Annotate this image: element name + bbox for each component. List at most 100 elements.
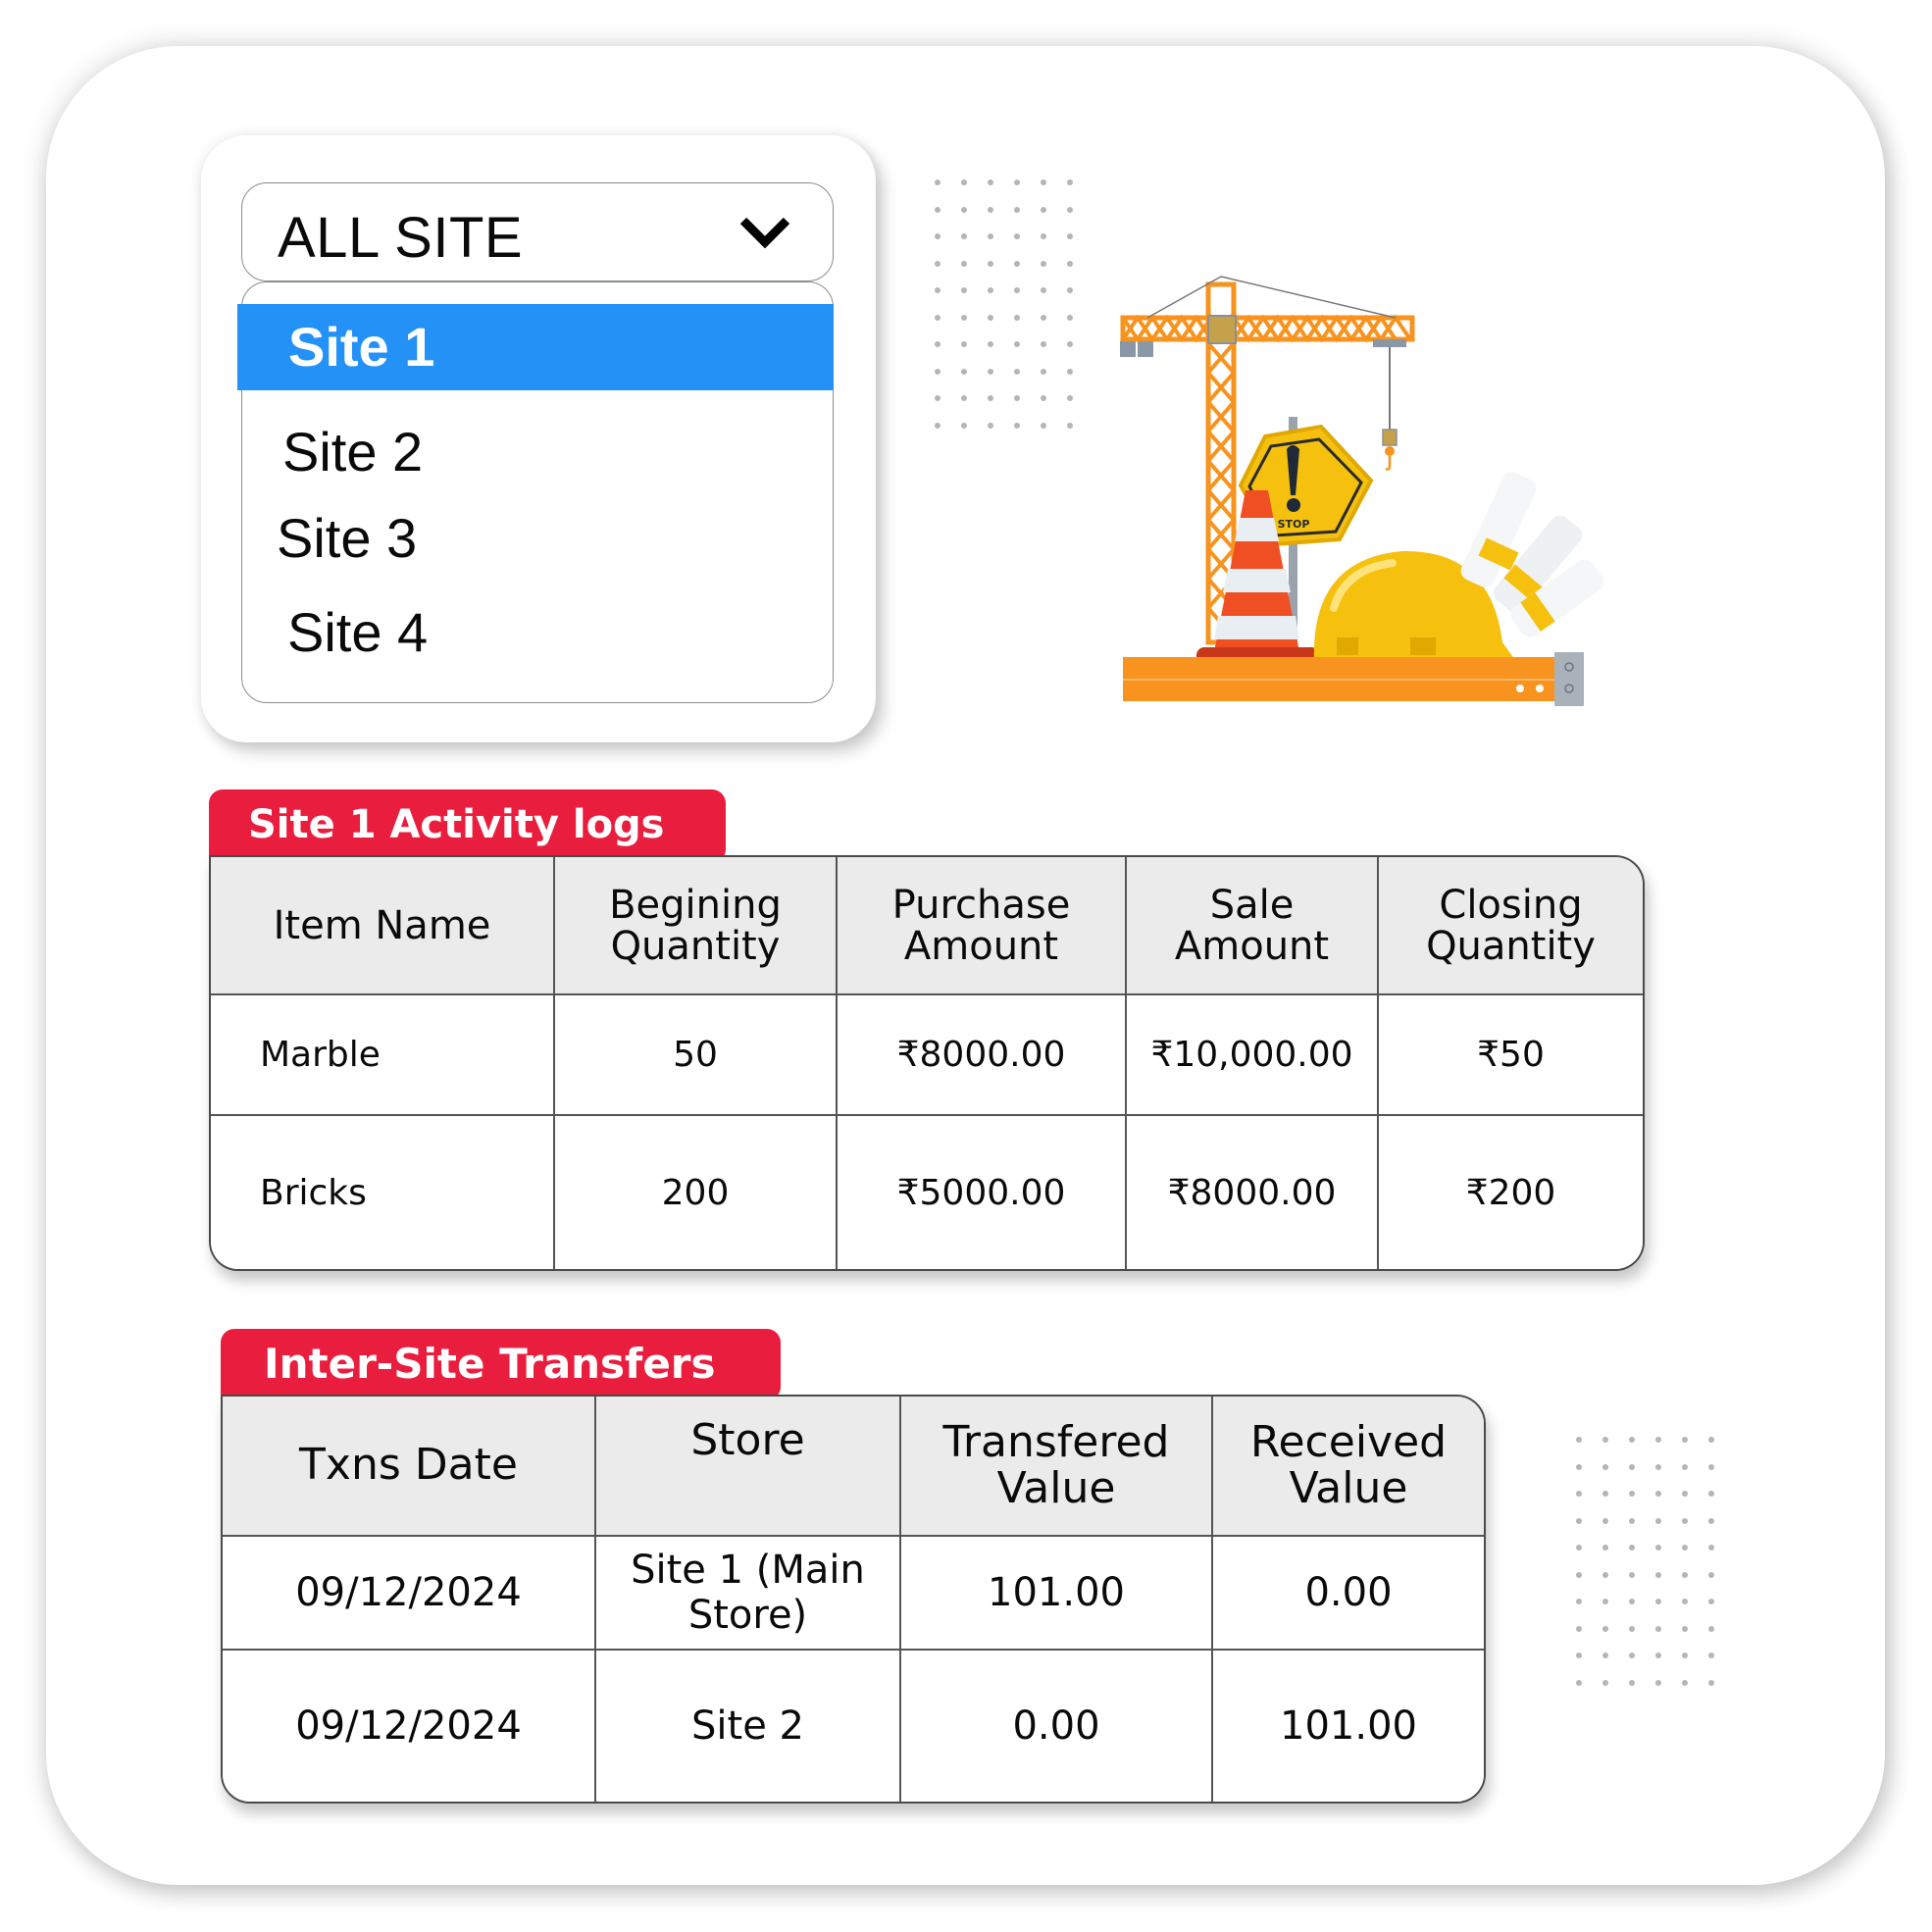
dot [1041,233,1046,239]
stop-sign-text: STOP [1278,518,1310,531]
dot [1014,314,1020,321]
txns-date-cell: 09/12/2024 [223,1649,596,1802]
table-header-row: Item Name Begining Quantity Purchase Amo… [211,857,1643,995]
site-select-value: ALL SITE [278,206,524,270]
table-header-row: Txns Date Store Transfered Value Receive… [223,1397,1484,1537]
dot [1067,422,1073,429]
dot [961,260,967,267]
dot [988,422,993,429]
dot [1041,368,1046,375]
dot [1602,1437,1608,1443]
dot [1014,422,1020,429]
dot [1602,1463,1608,1470]
dot [961,422,967,429]
dot [1629,1571,1635,1578]
dot [1067,314,1073,321]
dot [1602,1599,1608,1604]
table-row: Marble 50 ₹8000.00 ₹10,000.00 ₹50 [211,993,1643,1116]
dot [1682,1545,1688,1551]
site-option-2[interactable]: Site 2 [282,420,423,483]
column-header: Purchase Amount [836,857,1127,995]
dot [1067,287,1073,293]
dot [1067,179,1073,185]
dot [1682,1679,1688,1686]
dot [935,368,941,375]
site-option-4[interactable]: Site 4 [287,600,428,664]
dot [935,233,941,239]
dot [1655,1463,1661,1470]
dot [1041,287,1046,293]
dot [1602,1517,1608,1524]
store-cell: Site 2 [594,1649,901,1802]
column-header: Transfered Value [899,1397,1213,1537]
column-header: Received Value [1211,1397,1484,1537]
dot [1655,1679,1661,1686]
dot [1067,395,1073,401]
dot [1602,1491,1608,1497]
received-value-cell: 0.00 [1211,1535,1484,1651]
dot [935,287,941,293]
activity-logs-title: Site 1 Activity logs [209,789,726,863]
dot [1067,260,1073,267]
column-header: Store [594,1397,901,1537]
item-name-cell: Marble [211,993,555,1116]
dot [935,179,941,185]
dot [1067,233,1073,239]
dot [935,260,941,267]
dot [1602,1652,1608,1658]
dot [961,341,967,347]
dot [1041,206,1046,213]
dot [988,260,993,267]
dot [935,341,941,347]
dot [1629,1652,1635,1658]
begining-quantity-cell: 200 [553,1114,838,1269]
dot [1708,1463,1714,1470]
txns-date-cell: 09/12/2024 [223,1535,596,1651]
dot [1629,1625,1635,1632]
dot [1041,422,1046,429]
dot [988,341,993,347]
dot [1602,1625,1608,1632]
dot [1576,1652,1582,1658]
column-header: Closing Quantity [1377,857,1643,995]
site-option-3[interactable]: Site 3 [277,506,417,570]
dot [1014,206,1020,213]
dot [1655,1491,1661,1497]
dot [1602,1545,1608,1551]
dot [1682,1571,1688,1578]
site-select-dropdown[interactable]: ALL SITE [241,182,834,281]
dot [1602,1679,1608,1686]
dot [1576,1517,1582,1524]
dot [1629,1545,1635,1551]
column-header: Item Name [211,857,555,995]
dot [1014,233,1020,239]
sale-amount-cell: ₹10,000.00 [1125,993,1379,1116]
decorative-dot-grid [1576,1437,1735,1706]
dot [1682,1599,1688,1604]
dot [1041,314,1046,321]
dot [935,314,941,321]
dot [1708,1599,1714,1604]
dot [961,395,967,401]
dot [1655,1437,1661,1443]
dot [1708,1652,1714,1658]
item-name-cell: Bricks [211,1114,555,1269]
dot [1041,395,1046,401]
table-row: Bricks 200 ₹5000.00 ₹8000.00 ₹200 [211,1114,1643,1269]
dot [1014,395,1020,401]
dot [1602,1571,1608,1578]
dot [1655,1545,1661,1551]
dot [988,395,993,401]
dot [1041,179,1046,185]
dot [961,206,967,213]
store-cell: Site 1 (Main Store) [594,1535,901,1651]
dot [1682,1652,1688,1658]
dot [1708,1679,1714,1686]
dot [1682,1491,1688,1497]
dot [961,179,967,185]
dot [1629,1437,1635,1443]
transfered-value-cell: 0.00 [899,1649,1213,1802]
column-header: Txns Date [223,1397,596,1537]
site-option-1[interactable]: Site 1 [237,304,834,390]
dot [1629,1599,1635,1604]
